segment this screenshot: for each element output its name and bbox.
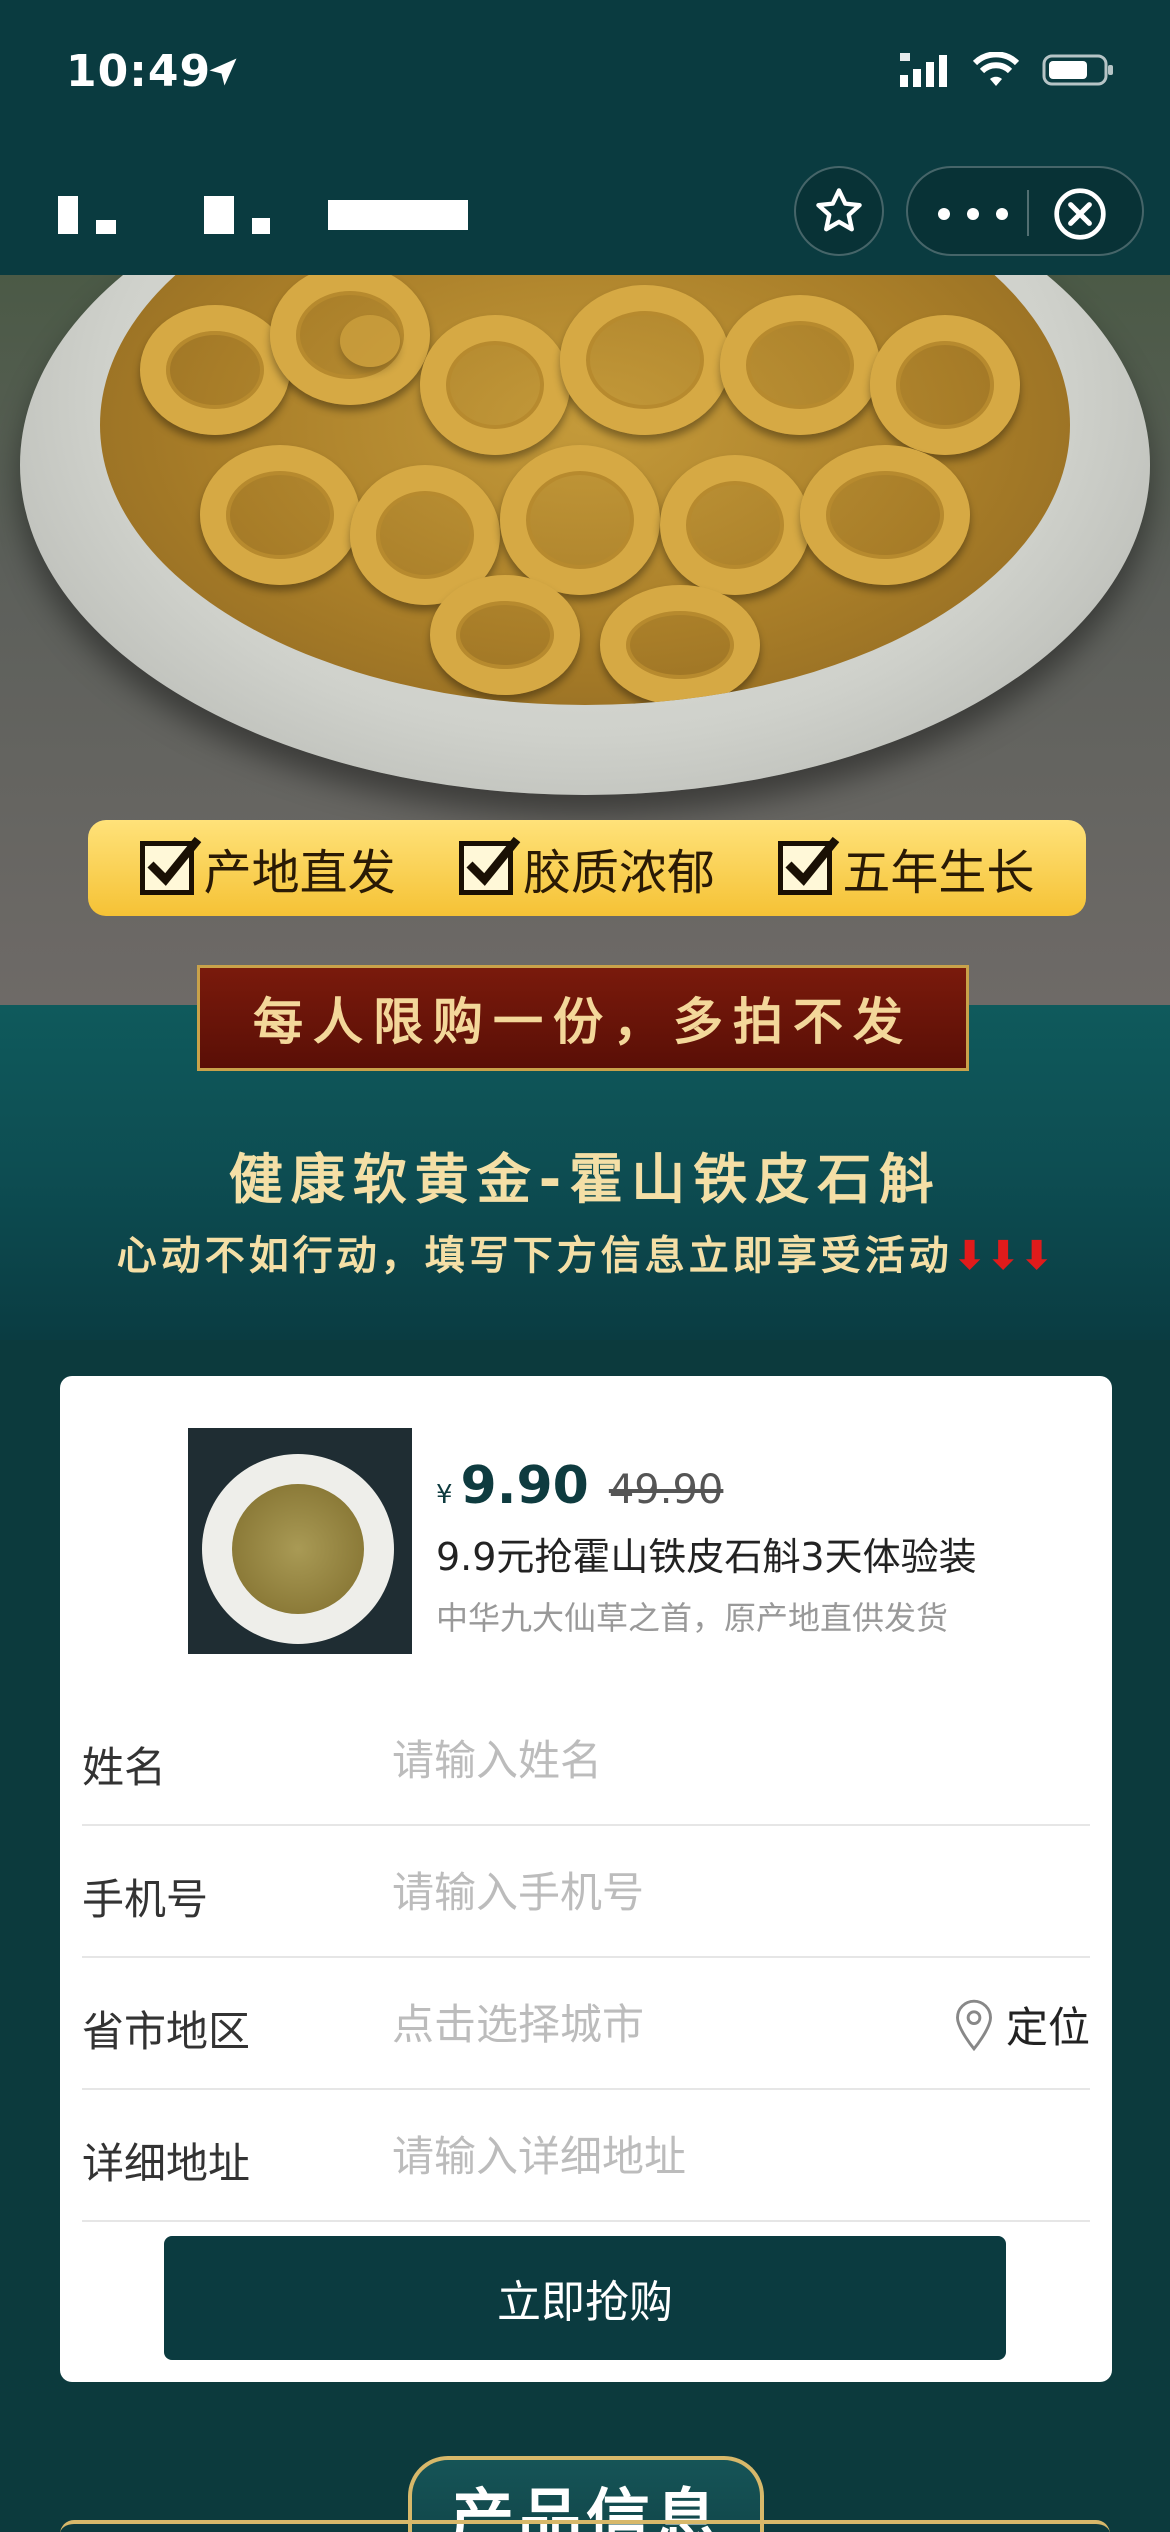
form-row-address: 详细地址 — [82, 2090, 1090, 2222]
checkmark-icon — [139, 836, 201, 895]
checkmark-icon — [778, 836, 840, 895]
buy-now-button[interactable]: 立即抢购 — [164, 2236, 1006, 2360]
status-indicators — [900, 52, 1114, 88]
name-label: 姓名 — [82, 1743, 167, 1792]
product-title: 9.9元抢霍山铁皮石斛3天体验装 — [436, 1535, 977, 1579]
more-icon-dot — [996, 208, 1008, 220]
nav-title-obscured — [58, 192, 468, 238]
mini-program-nav — [0, 150, 1170, 275]
more-button[interactable] — [938, 194, 1008, 234]
feature-item: 五年生长 — [778, 833, 1034, 903]
original-price: 49.90 — [608, 1467, 724, 1513]
hero-product-image: 产地直发 胶质浓郁 五年生长 — [0, 275, 1170, 1005]
checkmark-icon — [458, 836, 521, 895]
phone-label: 手机号 — [82, 1875, 209, 1924]
promo-title: 健康软黄金-霍山铁皮石斛 — [228, 1148, 942, 1211]
close-circle-icon[interactable] — [1052, 186, 1108, 242]
feature-highlights: 产地直发 胶质浓郁 五年生长 — [88, 820, 1086, 916]
status-bar: 10:49 — [0, 0, 1170, 150]
order-form-card: ¥ 9.90 49.90 9.9元抢霍山铁皮石斛3天体验装 中华九大仙草之首，原… — [60, 1376, 1112, 2382]
star-icon — [816, 188, 862, 232]
form-row-name: 姓名 — [82, 1694, 1090, 1826]
name-input[interactable] — [392, 1720, 952, 1800]
feature-item: 胶质浓郁 — [458, 833, 715, 903]
more-icon-dot — [938, 208, 950, 220]
capsule-divider — [1027, 190, 1029, 236]
locate-label: 定位 — [1005, 2003, 1090, 2052]
sale-price: 9.90 — [460, 1456, 589, 1516]
wifi-icon — [972, 52, 1020, 86]
plate-graphic — [20, 275, 1150, 795]
location-pin-icon — [956, 1999, 992, 2051]
phone-input[interactable] — [392, 1852, 952, 1932]
locate-button[interactable]: 定位 — [952, 1994, 1090, 2055]
capsule-menu — [906, 166, 1144, 256]
price-line: ¥ 9.90 49.90 — [436, 1456, 1076, 1516]
battery-icon — [1042, 54, 1113, 86]
section-frame — [60, 2520, 1110, 2532]
product-description: 中华九大仙草之首，原产地直供发货 — [436, 1599, 949, 1637]
currency-symbol: ¥ — [436, 1480, 453, 1510]
feature-item: 产地直发 — [139, 833, 396, 903]
promo-banner: 每人限购一份，多拍不发 健康软黄金-霍山铁皮石斛 心动不如行动，填写下方信息立即… — [0, 965, 1170, 1340]
product-thumbnail — [188, 1428, 412, 1654]
favorite-button[interactable] — [794, 166, 884, 256]
dendrobium-graphic — [100, 275, 1070, 705]
region-label: 省市地区 — [82, 2007, 251, 2056]
down-arrows-icon: ⬇⬇⬇ — [952, 1233, 1054, 1279]
form-row-region: 省市地区 定位 — [82, 1958, 1090, 2090]
address-label: 详细地址 — [82, 2139, 251, 2188]
product-info: ¥ 9.90 49.90 9.9元抢霍山铁皮石斛3天体验装 中华九大仙草之首，原… — [436, 1456, 1076, 1639]
status-time: 10:49 — [66, 46, 212, 97]
more-icon-dot — [967, 208, 979, 220]
location-arrow-icon — [209, 58, 237, 86]
region-select[interactable] — [392, 1984, 892, 2064]
purchase-limit-notice: 每人限购一份，多拍不发 — [197, 965, 969, 1071]
address-input[interactable] — [392, 2116, 952, 2196]
promo-subtitle: 心动不如行动，填写下方信息立即享受活动⬇⬇⬇ — [116, 1233, 1054, 1279]
form-row-phone: 手机号 — [82, 1826, 1090, 1958]
cellular-signal-icon — [900, 53, 947, 87]
